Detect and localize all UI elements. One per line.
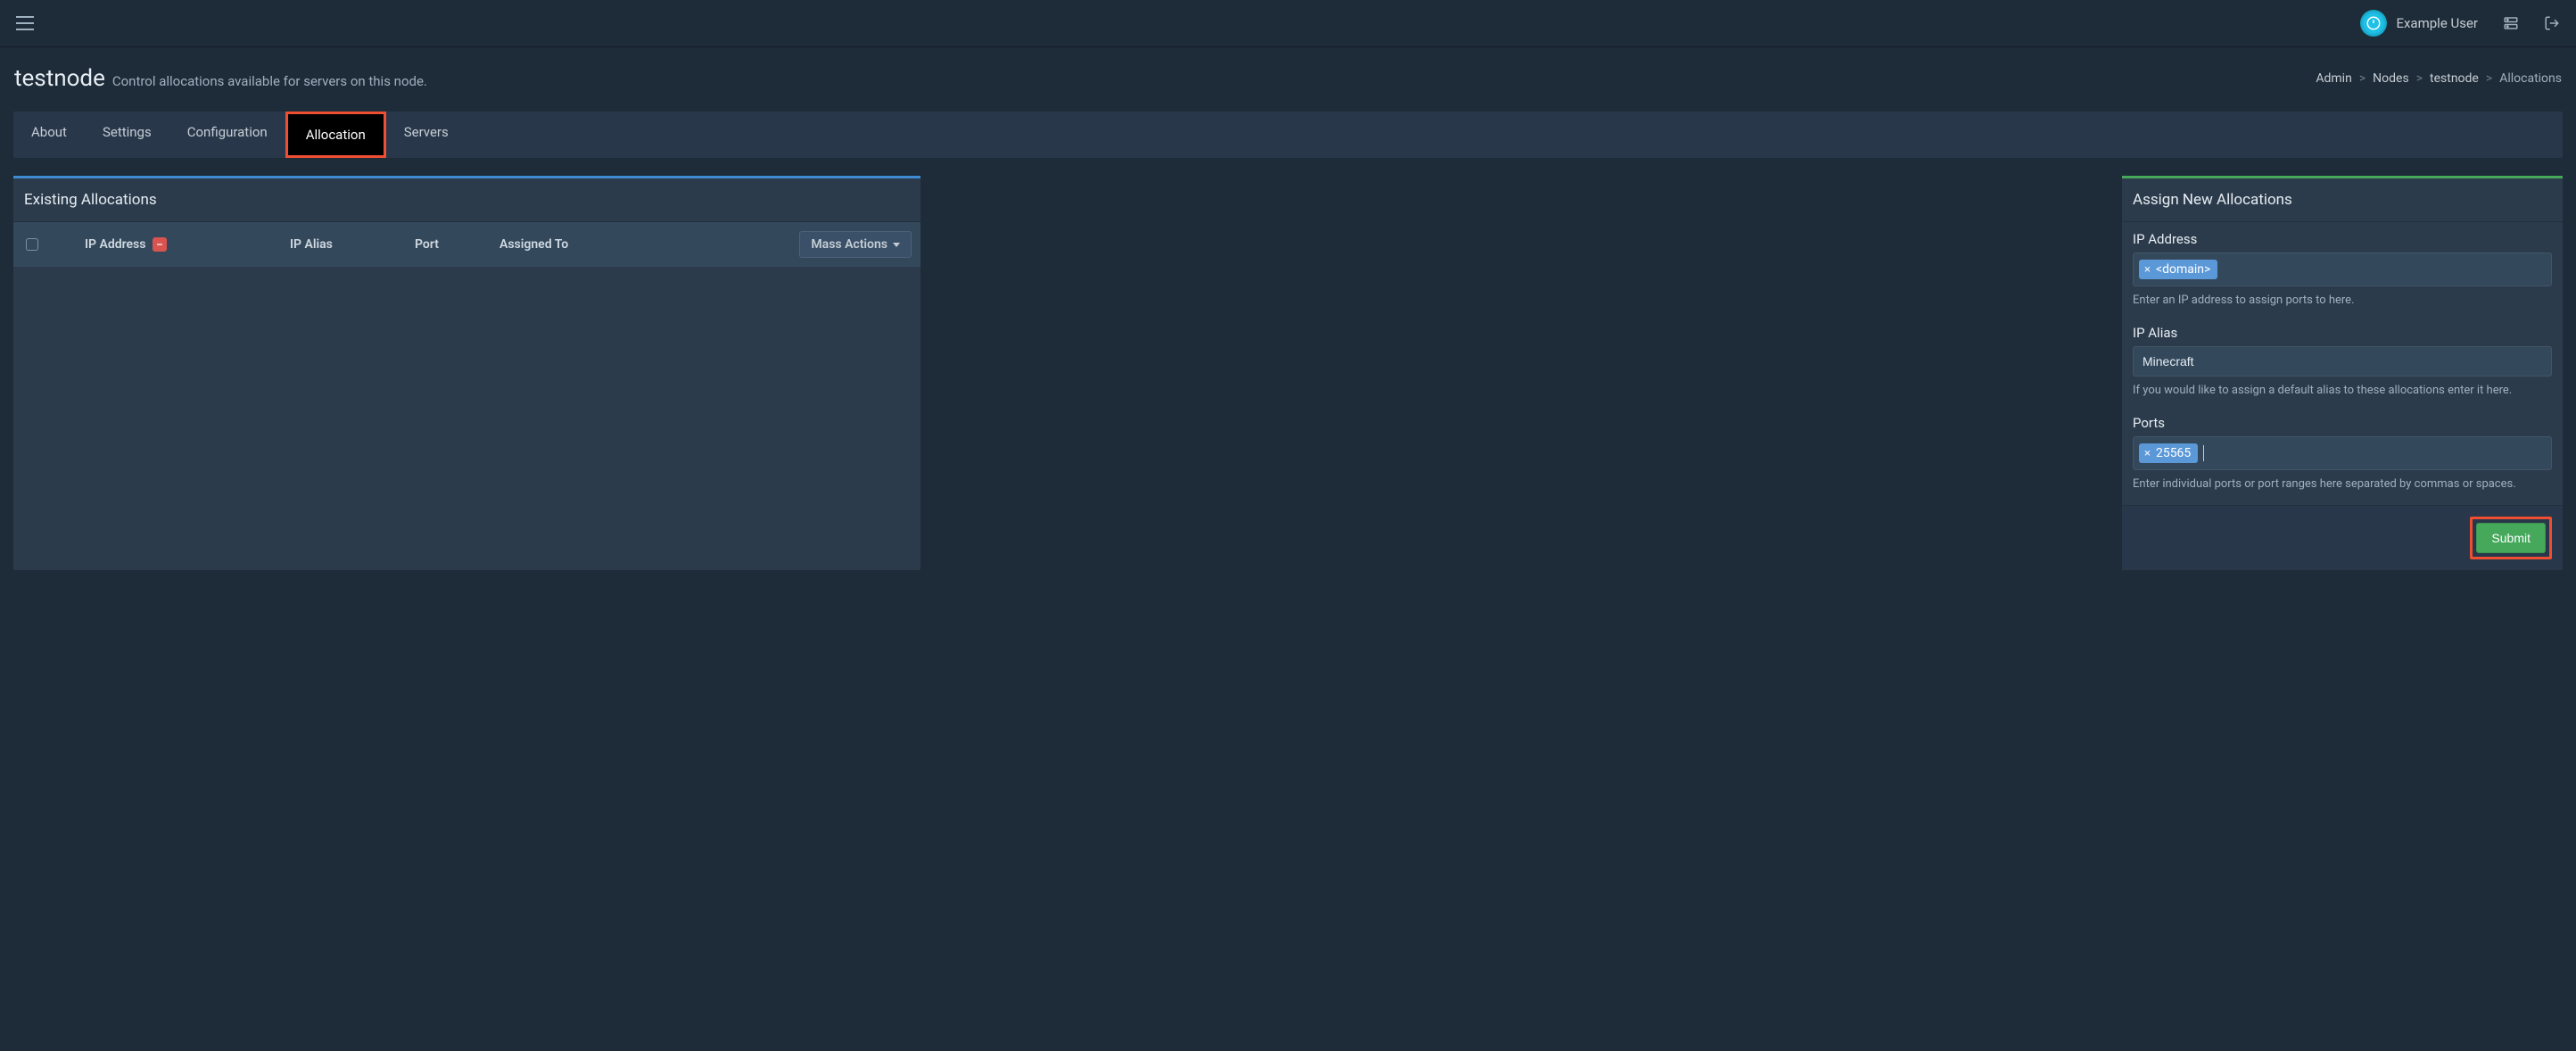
- page-title: testnode: [14, 65, 105, 92]
- server-icon[interactable]: [2503, 15, 2519, 31]
- assign-allocations-panel: Assign New Allocations IP Address × <dom…: [2122, 176, 2563, 570]
- page-header: testnode Control allocations available f…: [0, 47, 2576, 99]
- tabs: About Settings Configuration Allocation …: [13, 112, 2563, 158]
- breadcrumb-nodes[interactable]: Nodes: [2373, 71, 2409, 86]
- topbar: Example User: [0, 0, 2576, 47]
- tab-configuration[interactable]: Configuration: [169, 112, 285, 158]
- ip-address-help: Enter an IP address to assign ports to h…: [2122, 288, 2563, 316]
- ports-label: Ports: [2133, 415, 2552, 431]
- breadcrumb-separator: >: [2359, 71, 2365, 86]
- text-cursor: [2203, 445, 2204, 461]
- breadcrumb-node[interactable]: testnode: [2430, 71, 2479, 86]
- remove-ip-icon[interactable]: [153, 237, 167, 252]
- assign-allocations-title: Assign New Allocations: [2122, 178, 2563, 222]
- ip-alias-field: IP Alias: [2122, 316, 2563, 378]
- page-subtitle: Control allocations available for server…: [112, 73, 427, 89]
- mass-actions-label: Mass Actions: [811, 237, 888, 252]
- topbar-right: Example User: [2360, 10, 2560, 37]
- select-all-cell: [22, 238, 85, 251]
- col-header-port: Port: [415, 237, 500, 252]
- port-tag: × 25565: [2139, 443, 2198, 463]
- menu-toggle-icon[interactable]: [16, 16, 34, 30]
- allocations-table: IP Address IP Alias Port Assigned To Mas…: [13, 222, 921, 267]
- port-tag-label: 25565: [2156, 446, 2191, 460]
- ip-alias-input[interactable]: [2133, 346, 2552, 377]
- breadcrumb-separator: >: [2486, 71, 2492, 86]
- tab-settings[interactable]: Settings: [85, 112, 169, 158]
- avatar: [2360, 10, 2387, 37]
- assign-panel-footer: Submit: [2122, 505, 2563, 570]
- submit-highlight: Submit: [2470, 517, 2552, 559]
- page-title-block: testnode Control allocations available f…: [14, 65, 427, 92]
- ports-field: Ports × 25565: [2122, 406, 2563, 472]
- breadcrumb-current: Allocations: [2499, 71, 2562, 86]
- col-header-ip: IP Address: [85, 237, 290, 252]
- user-block[interactable]: Example User: [2360, 10, 2478, 37]
- ip-tag: × <domain>: [2139, 260, 2217, 279]
- content: Existing Allocations IP Address IP Alias…: [0, 176, 2576, 570]
- tab-allocation[interactable]: Allocation: [285, 112, 386, 158]
- col-header-assigned: Assigned To: [500, 237, 796, 252]
- col-header-actions: Mass Actions: [796, 231, 912, 258]
- remove-tag-icon[interactable]: ×: [2144, 263, 2151, 277]
- logout-icon[interactable]: [2544, 15, 2560, 31]
- user-name: Example User: [2396, 15, 2478, 31]
- chevron-down-icon: [893, 243, 900, 247]
- submit-button[interactable]: Submit: [2476, 523, 2546, 553]
- col-header-ip-label: IP Address: [85, 237, 145, 252]
- ip-tag-label: <domain>: [2156, 262, 2210, 277]
- tab-servers[interactable]: Servers: [386, 112, 466, 158]
- breadcrumb-separator: >: [2416, 71, 2423, 86]
- ip-address-field: IP Address × <domain>: [2122, 222, 2563, 288]
- ip-address-label: IP Address: [2133, 231, 2552, 247]
- remove-tag-icon[interactable]: ×: [2144, 447, 2151, 460]
- ip-address-input[interactable]: × <domain>: [2133, 252, 2552, 286]
- breadcrumb-admin[interactable]: Admin: [2316, 71, 2351, 86]
- mass-actions-button[interactable]: Mass Actions: [799, 231, 912, 258]
- breadcrumb: Admin > Nodes > testnode > Allocations: [2316, 71, 2562, 86]
- col-header-alias: IP Alias: [290, 237, 415, 252]
- existing-allocations-title: Existing Allocations: [13, 178, 921, 222]
- select-all-checkbox[interactable]: [26, 238, 38, 251]
- ports-help: Enter individual ports or port ranges he…: [2122, 472, 2563, 500]
- tab-about[interactable]: About: [13, 112, 85, 158]
- ip-alias-help: If you would like to assign a default al…: [2122, 378, 2563, 406]
- existing-allocations-panel: Existing Allocations IP Address IP Alias…: [13, 176, 921, 570]
- ip-alias-label: IP Alias: [2133, 325, 2552, 341]
- table-header-row: IP Address IP Alias Port Assigned To Mas…: [13, 222, 921, 267]
- ports-input[interactable]: × 25565: [2133, 436, 2552, 470]
